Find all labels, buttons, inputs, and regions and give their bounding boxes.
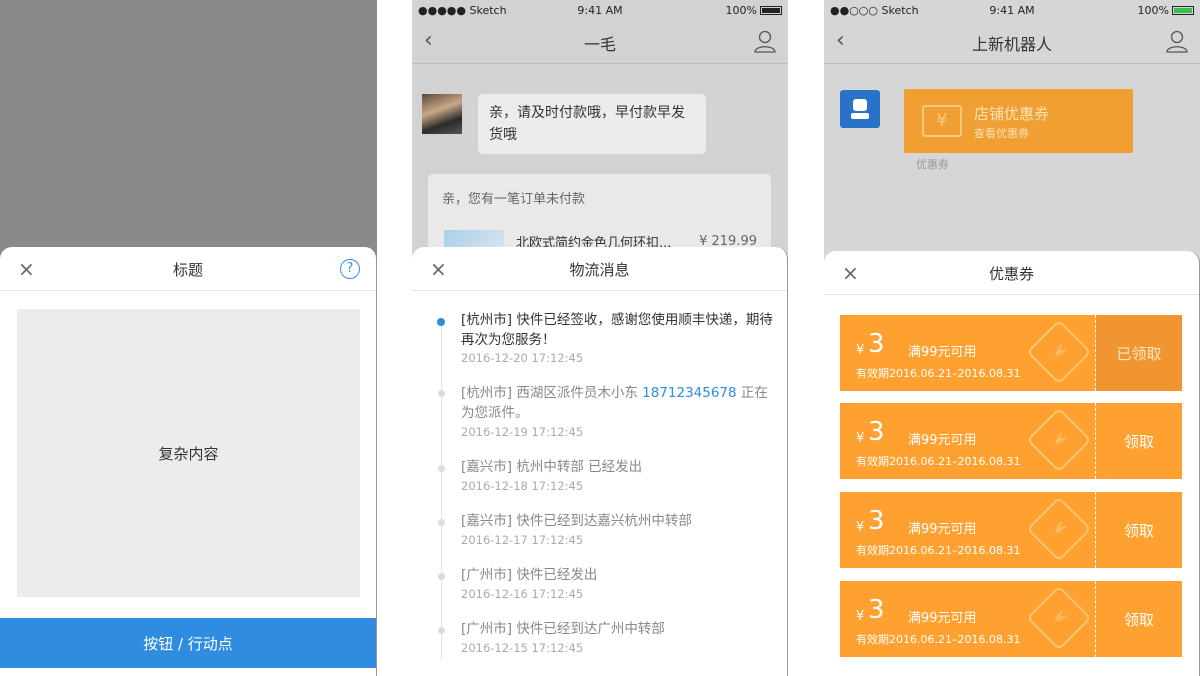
coupon-watermark-icon: ¥ (1026, 319, 1092, 385)
avatar[interactable] (422, 94, 462, 134)
content-label: 复杂内容 (158, 444, 219, 463)
timeline-text: [杭州市] 西湖区派件员木小东 18712345678 正在为您派件。 (461, 383, 773, 423)
timeline-time: 2016-12-16 17:12:45 (461, 587, 584, 601)
battery-label: 100% (1137, 4, 1169, 17)
nav-title: 一毛 (583, 35, 616, 54)
coupon-currency: ¥ (856, 609, 865, 624)
coupon-condition: 满99元可用 (908, 611, 977, 626)
claim-button[interactable]: 领取 (1096, 492, 1182, 568)
timeline-dot (438, 465, 445, 472)
timeline-text: [嘉兴市] 杭州中转部 已经发出 (461, 459, 643, 475)
timeline-text: [广州市] 快件已经发出 (461, 567, 598, 583)
user-profile-icon[interactable] (752, 28, 778, 54)
timeline-time: 2016-12-20 17:12:45 (461, 351, 584, 365)
coupon-card: ¥ 3 满99元可用 有效期2016.06.21–2016.08.31 ¥ 已领… (840, 315, 1182, 391)
coupon-amount: 3 (868, 329, 885, 359)
coupon-watermark-icon: ¥ (1026, 585, 1092, 651)
panel-logistics: ●●●●● Sketch 9:41 AM 100% ‹ 一毛 亲，请及时付款哦，… (412, 0, 788, 676)
coupon-condition: 满99元可用 (908, 345, 977, 360)
sheet-header: × 物流消息 (412, 247, 787, 291)
coupon-amount: 3 (868, 506, 885, 536)
nav-title: 上新机器人 (971, 35, 1052, 54)
sheet-title: 优惠券 (988, 265, 1034, 283)
bottom-sheet: × 标题 ? 复杂内容 按钮 / 行动点 (0, 247, 377, 676)
timeline-text: [广州市] 快件已经到达广州中转部 (461, 621, 665, 637)
coupon-currency: ¥ (856, 343, 865, 358)
panel-generic-sheet: × 标题 ? 复杂内容 按钮 / 行动点 (0, 0, 377, 676)
sheet-title: 标题 (172, 261, 203, 279)
coupon-validity: 有效期2016.06.21–2016.08.31 (856, 633, 1021, 646)
coupon-condition: 满99元可用 (908, 433, 977, 448)
sheet-header: × 优惠券 (824, 251, 1199, 295)
timeline-text-part: [杭州市] 西湖区派件员木小东 (461, 385, 643, 401)
coupon-currency: ¥ (856, 431, 865, 446)
claim-button[interactable]: 领取 (1096, 403, 1182, 479)
robot-avatar-icon[interactable] (840, 90, 880, 128)
claimed-label: 已领取 (1096, 315, 1182, 391)
timeline-dot (438, 519, 445, 526)
chat-bubble: 亲，请及时付款哦，早付款早发货哦 (478, 94, 706, 154)
battery-indicator: 100% (726, 4, 782, 17)
battery-label: 100% (725, 4, 757, 17)
coupon-validity: 有效期2016.06.21–2016.08.31 (856, 455, 1021, 468)
bottom-sheet: × 优惠券 ¥ 3 满99元可用 有效期2016.06.21–2016.08.3… (824, 251, 1200, 676)
coupon-currency: ¥ (856, 520, 865, 535)
battery-icon (760, 6, 782, 15)
coupon-validity: 有效期2016.06.21–2016.08.31 (856, 544, 1021, 557)
panel-coupons: ●●○○○ Sketch 9:41 AM 100% ‹ 上新机器人 ¥ 店铺优惠… (824, 0, 1200, 676)
timeline-text: [杭州市] 快件已经签收，感谢您使用顺丰快递，期待再次为您服务！ (461, 312, 773, 348)
timeline-dot (438, 390, 445, 397)
action-button[interactable]: 按钮 / 行动点 (0, 618, 376, 668)
courier-phone-link[interactable]: 18712345678 (642, 385, 736, 401)
status-bar: ●●●●● Sketch 9:41 AM 100% (412, 0, 788, 22)
coupon-ticket-icon: ¥ (922, 105, 962, 137)
coupon-validity: 有效期2016.06.21–2016.08.31 (856, 367, 1021, 380)
coupon-card: ¥ 3 满99元可用 有效期2016.06.21–2016.08.31 ¥ 领取 (840, 492, 1182, 568)
content-placeholder: 复杂内容 (17, 309, 360, 597)
timeline-time: 2016-12-17 17:12:45 (461, 533, 584, 547)
shop-coupon-subtitle: 查看优惠券 (974, 127, 1029, 140)
status-bar: ●●○○○ Sketch 9:41 AM 100% (824, 0, 1200, 22)
user-profile-icon[interactable] (1164, 28, 1190, 54)
order-notice: 亲，您有一笔订单未付款 (442, 192, 586, 207)
timeline-time: 2016-12-18 17:12:45 (461, 479, 584, 493)
timeline-dot (438, 627, 445, 634)
coupon-watermark-icon: ¥ (1026, 496, 1092, 562)
sheet-title: 物流消息 (569, 261, 630, 279)
shop-coupon-card[interactable]: ¥ 店铺优惠券 查看优惠券 (904, 89, 1133, 153)
nav-bar: ‹ 上新机器人 (824, 22, 1200, 64)
sheet-header: × 标题 ? (0, 247, 376, 291)
coupon-card: ¥ 3 满99元可用 有效期2016.06.21–2016.08.31 ¥ 领取 (840, 581, 1182, 657)
timeline-text: [嘉兴市] 快件已经到达嘉兴杭州中转部 (461, 513, 692, 529)
coupon-amount: 3 (868, 595, 885, 625)
battery-indicator: 100% (1138, 4, 1194, 17)
timeline-dot (437, 318, 445, 326)
shop-coupon-title: 店铺优惠券 (974, 105, 1050, 123)
timeline-line (441, 320, 442, 660)
timeline-time: 2016-12-15 17:12:45 (461, 641, 584, 655)
coupon-watermark-icon: ¥ (1026, 407, 1092, 473)
coupon-amount: 3 (868, 417, 885, 447)
coupon-condition: 满99元可用 (908, 522, 977, 537)
help-icon[interactable]: ? (340, 259, 360, 279)
timeline-dot (438, 573, 445, 580)
coupon-tag: 优惠券 (916, 158, 949, 171)
battery-icon (1172, 6, 1194, 15)
bottom-sheet: × 物流消息 [杭州市] 快件已经签收，感谢您使用顺丰快递，期待再次为您服务！ … (412, 247, 788, 676)
nav-bar: ‹ 一毛 (412, 22, 788, 64)
coupon-card: ¥ 3 满99元可用 有效期2016.06.21–2016.08.31 ¥ 领取 (840, 403, 1182, 479)
claim-button[interactable]: 领取 (1096, 581, 1182, 657)
timeline-time: 2016-12-19 17:12:45 (461, 425, 584, 439)
